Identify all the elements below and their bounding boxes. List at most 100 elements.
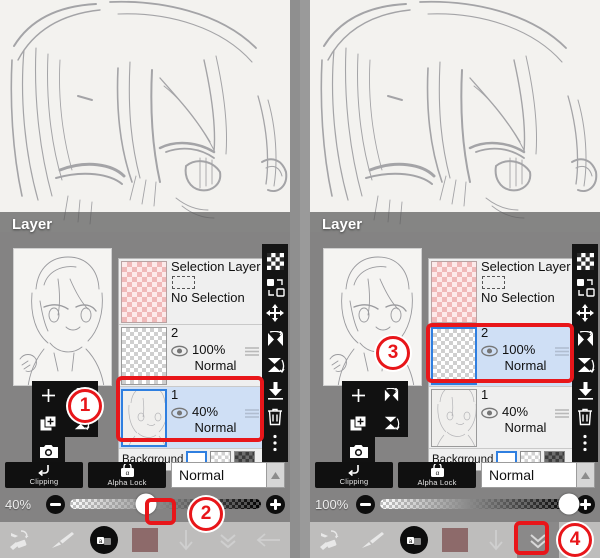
opacity-increase-button[interactable] bbox=[266, 494, 285, 514]
add-layer-icon[interactable] bbox=[342, 381, 375, 409]
app-bottom-toolbar[interactable]: a bbox=[0, 522, 290, 558]
selection-layer-row[interactable]: Selection Layer No Selection bbox=[119, 259, 262, 325]
merge-down-icon[interactable] bbox=[264, 378, 286, 404]
undo-redo-eraser-icon[interactable] bbox=[0, 522, 41, 558]
layer-opacity: 100% bbox=[502, 342, 536, 357]
blend-mode-select[interactable]: Normal bbox=[481, 462, 595, 488]
camera-import-icon[interactable] bbox=[32, 437, 65, 465]
layer-handle-icon[interactable] bbox=[554, 344, 570, 356]
selection-marquee-icon bbox=[482, 276, 505, 289]
layer-thumbnail[interactable] bbox=[121, 389, 167, 447]
more-options-icon[interactable] bbox=[574, 430, 596, 456]
layer-panel: Layer Selection Layer No Selection 2 100… bbox=[310, 212, 600, 522]
blend-mode-select[interactable]: Normal bbox=[171, 462, 285, 488]
layer-list[interactable]: Selection Layer No Selection 2 100% Norm… bbox=[118, 258, 263, 471]
layer-handle-icon[interactable] bbox=[554, 406, 570, 418]
svg-text:α: α bbox=[435, 469, 439, 477]
annotation-badge-2: 2 bbox=[189, 497, 223, 531]
layer-thumbnail[interactable] bbox=[121, 327, 167, 385]
layer-opacity: 40% bbox=[502, 404, 529, 419]
layer-row-2[interactable]: 2 100% Normal bbox=[429, 325, 572, 387]
panel-title: Layer bbox=[322, 216, 363, 233]
flip-horizontal-icon[interactable] bbox=[574, 326, 596, 352]
opacity-slider-thumb[interactable] bbox=[558, 493, 580, 515]
blend-mode-value: Normal bbox=[179, 467, 225, 483]
chevron-up-icon[interactable] bbox=[576, 463, 594, 487]
move-icon[interactable] bbox=[264, 300, 286, 326]
clipping-button[interactable]: Clipping bbox=[315, 462, 393, 488]
color-swatch[interactable] bbox=[124, 522, 165, 558]
annotation-badge-1: 1 bbox=[68, 389, 102, 423]
layer-row-1[interactable]: 1 40% Normal bbox=[429, 387, 572, 449]
back-arrow-icon[interactable] bbox=[249, 522, 290, 558]
undo-redo-eraser-icon[interactable] bbox=[310, 522, 351, 558]
chevron-down-icon[interactable] bbox=[517, 522, 559, 558]
layer-row-1[interactable]: 1 40% Normal bbox=[119, 387, 262, 449]
layer-handle-icon[interactable] bbox=[244, 406, 260, 418]
more-options-icon[interactable] bbox=[264, 430, 286, 456]
delete-layer-icon[interactable] bbox=[574, 404, 596, 430]
alpha-lock-button[interactable]: α Alpha Lock bbox=[88, 462, 166, 488]
flip-vertical-icon[interactable] bbox=[264, 352, 286, 378]
brush-icon[interactable] bbox=[351, 522, 392, 558]
layers-blend-icon[interactable]: a bbox=[393, 522, 434, 558]
flip-horizontal-icon[interactable] bbox=[375, 381, 408, 409]
selection-layer-row[interactable]: Selection Layer No Selection bbox=[429, 259, 572, 325]
merge-down-icon[interactable] bbox=[574, 378, 596, 404]
selection-layer-thumbnail bbox=[431, 261, 477, 323]
alpha-lock-button[interactable]: α Alpha Lock bbox=[398, 462, 476, 488]
chevron-up-icon[interactable] bbox=[266, 463, 284, 487]
clipping-button[interactable]: Clipping bbox=[5, 462, 83, 488]
opacity-slider-thumb[interactable] bbox=[135, 493, 157, 515]
flip-vertical-icon[interactable] bbox=[375, 409, 408, 437]
visibility-eye-icon[interactable] bbox=[481, 344, 498, 356]
drawing-canvas[interactable] bbox=[0, 0, 290, 232]
layer-thumbnail[interactable] bbox=[431, 327, 477, 385]
layer-action-pad[interactable] bbox=[342, 381, 408, 465]
layer-tools-toolbar[interactable] bbox=[262, 244, 288, 462]
duplicate-layer-icon[interactable] bbox=[342, 409, 375, 437]
opacity-slider-track[interactable] bbox=[70, 493, 261, 515]
screenshot-after: Layer Selection Layer No Selection 2 100… bbox=[310, 0, 600, 558]
camera-import-icon[interactable] bbox=[342, 437, 375, 465]
layer-handle-icon[interactable] bbox=[244, 344, 260, 356]
layer-blend-mode: Normal bbox=[194, 358, 237, 373]
color-swatch[interactable] bbox=[434, 522, 475, 558]
transparency-checker-icon[interactable] bbox=[574, 248, 596, 274]
layers-blend-icon[interactable]: a bbox=[83, 522, 124, 558]
layer-controls-row[interactable]: Clipping α Alpha Lock Normal bbox=[315, 462, 595, 488]
duplicate-transform-icon[interactable] bbox=[264, 274, 286, 300]
selection-layer-status: No Selection bbox=[481, 290, 555, 305]
opacity-value: 40% bbox=[5, 496, 32, 512]
flip-horizontal-icon[interactable] bbox=[264, 326, 286, 352]
layer-row-2[interactable]: 2 100% Normal bbox=[119, 325, 262, 387]
layer-blend-mode: Normal bbox=[504, 420, 547, 435]
comparison-stage: Layer Selection Layer No Selection 2 100… bbox=[0, 0, 600, 558]
visibility-eye-icon[interactable] bbox=[171, 344, 188, 356]
layer-list[interactable]: Selection Layer No Selection 2 100% Norm… bbox=[428, 258, 573, 471]
visibility-eye-icon[interactable] bbox=[171, 406, 188, 418]
layer-blend-mode: Normal bbox=[504, 358, 547, 373]
opacity-slider-row[interactable]: 40% bbox=[5, 492, 285, 516]
brush-icon[interactable] bbox=[41, 522, 82, 558]
drawing-canvas[interactable] bbox=[310, 0, 600, 232]
layer-tools-toolbar[interactable] bbox=[572, 244, 598, 462]
opacity-decrease-button[interactable] bbox=[356, 494, 375, 514]
down-arrow-icon[interactable] bbox=[476, 522, 517, 558]
duplicate-layer-icon[interactable] bbox=[32, 409, 65, 437]
delete-layer-icon[interactable] bbox=[264, 404, 286, 430]
opacity-decrease-button[interactable] bbox=[46, 494, 65, 514]
opacity-slider-row[interactable]: 100% bbox=[315, 492, 595, 516]
transparency-checker-icon[interactable] bbox=[264, 248, 286, 274]
visibility-eye-icon[interactable] bbox=[481, 406, 498, 418]
move-icon[interactable] bbox=[574, 300, 596, 326]
layer-controls-row[interactable]: Clipping α Alpha Lock Normal bbox=[5, 462, 285, 488]
duplicate-transform-icon[interactable] bbox=[574, 274, 596, 300]
app-bottom-toolbar[interactable]: a bbox=[310, 522, 600, 558]
layer-opacity: 100% bbox=[192, 342, 226, 357]
layer-thumbnail[interactable] bbox=[431, 389, 477, 447]
panel-divider bbox=[290, 0, 300, 558]
opacity-slider-track[interactable] bbox=[380, 493, 580, 515]
flip-vertical-icon[interactable] bbox=[574, 352, 596, 378]
add-layer-icon[interactable] bbox=[32, 381, 65, 409]
